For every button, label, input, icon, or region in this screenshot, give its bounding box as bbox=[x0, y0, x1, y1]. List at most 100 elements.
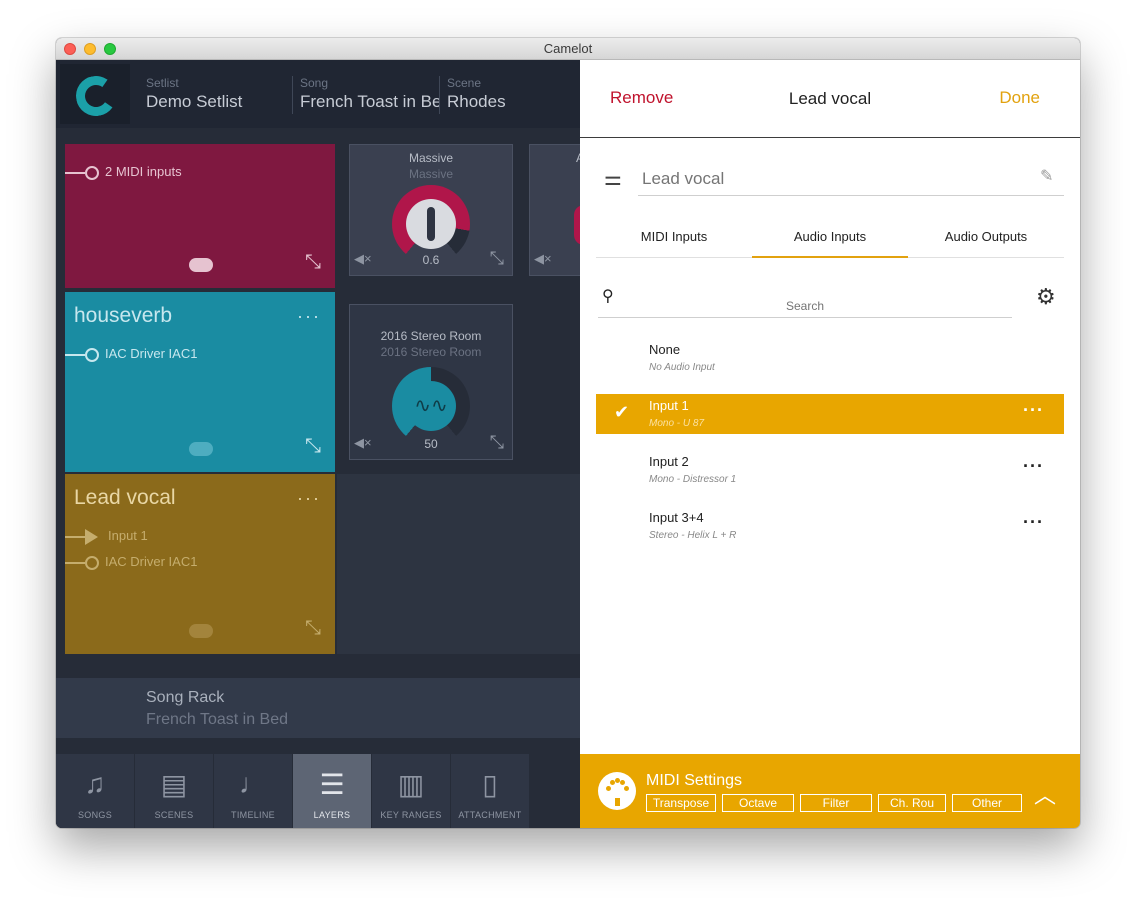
cloud-icon bbox=[189, 442, 213, 456]
song-rack[interactable]: Song Rack French Toast in Bed bbox=[56, 678, 580, 738]
list-item[interactable]: Input 3+4 Stereo - Helix L + R ··· bbox=[596, 506, 1064, 546]
tab-label: TIMELINE bbox=[231, 810, 275, 820]
sliders-icon: ☰ bbox=[319, 769, 345, 800]
midi-connector-icon bbox=[598, 772, 636, 810]
plugin-stereo-room[interactable]: 2016 Stereo Room 2016 Stereo Room ∿∿ ◀× … bbox=[349, 304, 513, 460]
plugin-title: 2016 Stereo Room bbox=[380, 329, 482, 343]
song-crumb[interactable]: Song French Toast in Be bbox=[300, 76, 440, 112]
list-item-selected[interactable]: ✔ Input 1 Mono - U 87 ··· bbox=[596, 394, 1064, 434]
layer-input-label: Input 1 bbox=[108, 528, 148, 543]
layer-more-button[interactable]: ··· bbox=[297, 306, 321, 327]
io-tabs: MIDI Inputs Audio Inputs Audio Outputs bbox=[596, 218, 1064, 258]
search-input[interactable] bbox=[598, 282, 1012, 318]
plugin-partial[interactable]: A ◀× bbox=[529, 144, 580, 276]
layer-edit-panel: Remove Lead vocal Done ⚌ ✎ MIDI Inputs A… bbox=[580, 60, 1080, 828]
plugin-subtitle: 2016 Stereo Room bbox=[380, 345, 482, 359]
expand-icon[interactable]: ⤡ bbox=[490, 248, 504, 269]
list-item[interactable]: Input 2 Mono - Distressor 1 ··· bbox=[596, 450, 1064, 490]
tab-audio-inputs[interactable]: Audio Inputs bbox=[752, 218, 908, 258]
tab-audio-outputs[interactable]: Audio Outputs bbox=[908, 218, 1064, 258]
item-title: Input 1 bbox=[649, 398, 689, 413]
layer-input-row: IAC Driver IAC1 bbox=[65, 554, 197, 570]
midi-settings-bar[interactable]: MIDI Settings Transpose Octave Filter Ch… bbox=[580, 754, 1080, 828]
song-rack-title: Song Rack bbox=[146, 689, 225, 706]
layer-more-button[interactable]: ··· bbox=[297, 488, 321, 509]
expand-icon[interactable]: ⤡ bbox=[305, 251, 321, 274]
bottom-tab-bar: ♫ SONGS ▤ SCENES ♩ TIMELINE ☰ LAYERS ▥ K… bbox=[56, 754, 580, 828]
filter-button[interactable]: Filter bbox=[800, 794, 872, 812]
tab-songs[interactable]: ♫ SONGS bbox=[56, 754, 134, 828]
list-item[interactable]: None No Audio Input bbox=[596, 338, 1064, 378]
layer-input-row: IAC Driver IAC1 bbox=[65, 346, 197, 362]
song-value: French Toast in Be bbox=[300, 92, 440, 111]
close-window-button[interactable] bbox=[64, 43, 76, 55]
top-bar: Setlist Demo Setlist Song French Toast i… bbox=[56, 60, 580, 128]
expand-icon[interactable]: ⤡ bbox=[490, 432, 504, 453]
plugin-subtitle: Massive bbox=[408, 167, 453, 181]
tab-attachment[interactable]: ▯ ATTACHMENT bbox=[451, 754, 529, 828]
plugin-title: A bbox=[530, 151, 580, 165]
transpose-button[interactable]: Transpose bbox=[646, 794, 716, 812]
setlist-label: Setlist bbox=[146, 76, 179, 90]
layer-input-row: 2 MIDI inputs bbox=[65, 164, 182, 180]
layer-tile-midi[interactable]: 2 MIDI inputs ⤡ bbox=[65, 144, 335, 288]
empty-layer-slot[interactable] bbox=[337, 474, 580, 654]
connector-line bbox=[65, 535, 85, 538]
instrument-icon bbox=[406, 199, 456, 249]
sliders-icon: ⚌ bbox=[604, 168, 622, 190]
pencil-icon[interactable]: ✎ bbox=[1040, 166, 1053, 186]
more-options-icon[interactable]: ··· bbox=[1023, 456, 1044, 477]
chevron-up-icon[interactable]: ︿ bbox=[1034, 778, 1056, 810]
search-icon: ⚲ bbox=[602, 288, 614, 305]
layer-tile-houseverb[interactable]: houseverb ··· IAC Driver IAC1 ⤡ bbox=[65, 292, 335, 472]
layer-input-label: IAC Driver IAC1 bbox=[105, 554, 198, 569]
divider bbox=[439, 76, 440, 114]
mute-icon[interactable]: ◀× bbox=[534, 251, 552, 267]
song-label: Song bbox=[300, 76, 329, 90]
item-subtitle: No Audio Input bbox=[649, 362, 715, 373]
tab-layers[interactable]: ☰ LAYERS bbox=[293, 754, 371, 828]
channel-routing-button[interactable]: Ch. Rou bbox=[878, 794, 946, 812]
cloud-icon bbox=[189, 258, 213, 272]
mix-knob[interactable]: ∿∿ bbox=[392, 367, 470, 445]
tab-scenes[interactable]: ▤ SCENES bbox=[135, 754, 213, 828]
document-icon: ▯ bbox=[482, 769, 498, 800]
song-rack-subtitle: French Toast in Bed bbox=[146, 711, 289, 728]
zoom-window-button[interactable] bbox=[104, 43, 116, 55]
music-note-icon: ♫ bbox=[84, 768, 106, 799]
expand-icon[interactable]: ⤡ bbox=[305, 435, 321, 458]
volume-knob[interactable] bbox=[392, 185, 470, 263]
layer-tile-lead-vocal[interactable]: Lead vocal ··· Input 1 IAC Driver IAC1 ⤡ bbox=[65, 474, 335, 654]
layer-name-input[interactable] bbox=[638, 162, 1064, 196]
tab-midi-inputs[interactable]: MIDI Inputs bbox=[596, 218, 752, 258]
title-bar: Camelot bbox=[56, 38, 1080, 60]
done-button[interactable]: Done bbox=[999, 88, 1040, 108]
connector-line bbox=[65, 561, 85, 564]
tab-label: SCENES bbox=[154, 810, 194, 820]
layer-input-row: Input 1 bbox=[65, 528, 148, 545]
item-title: Input 2 bbox=[649, 454, 689, 469]
more-options-icon[interactable]: ··· bbox=[1023, 512, 1044, 533]
gear-icon[interactable]: ⚙ bbox=[1036, 284, 1056, 310]
other-button[interactable]: Other bbox=[952, 794, 1022, 812]
minimize-window-button[interactable] bbox=[84, 43, 96, 55]
tab-timeline[interactable]: ♩ TIMELINE bbox=[214, 754, 292, 828]
setlist-crumb[interactable]: Setlist Demo Setlist bbox=[146, 76, 286, 112]
tab-key-ranges[interactable]: ▥ KEY RANGES bbox=[372, 754, 450, 828]
expand-icon[interactable]: ⤡ bbox=[305, 617, 321, 640]
connector-line bbox=[65, 171, 85, 174]
midi-port-icon bbox=[85, 347, 99, 362]
checkmark-icon: ✔ bbox=[614, 402, 630, 422]
panel-header: Remove Lead vocal Done bbox=[580, 60, 1080, 138]
connector-line bbox=[65, 353, 85, 356]
plugin-massive[interactable]: Massive Massive ◀× 0.6 ⤡ bbox=[349, 144, 513, 276]
camelot-logo[interactable] bbox=[60, 64, 130, 124]
more-options-icon[interactable]: ··· bbox=[1023, 400, 1044, 421]
item-subtitle: Mono - U 87 bbox=[649, 418, 705, 429]
midi-settings-title: MIDI Settings bbox=[646, 772, 743, 789]
item-title: Input 3+4 bbox=[649, 510, 704, 525]
waveform-icon: ∿∿ bbox=[406, 381, 456, 431]
scene-crumb[interactable]: Scene Rhodes bbox=[447, 76, 567, 112]
scene-label: Scene bbox=[447, 76, 482, 90]
octave-button[interactable]: Octave bbox=[722, 794, 794, 812]
